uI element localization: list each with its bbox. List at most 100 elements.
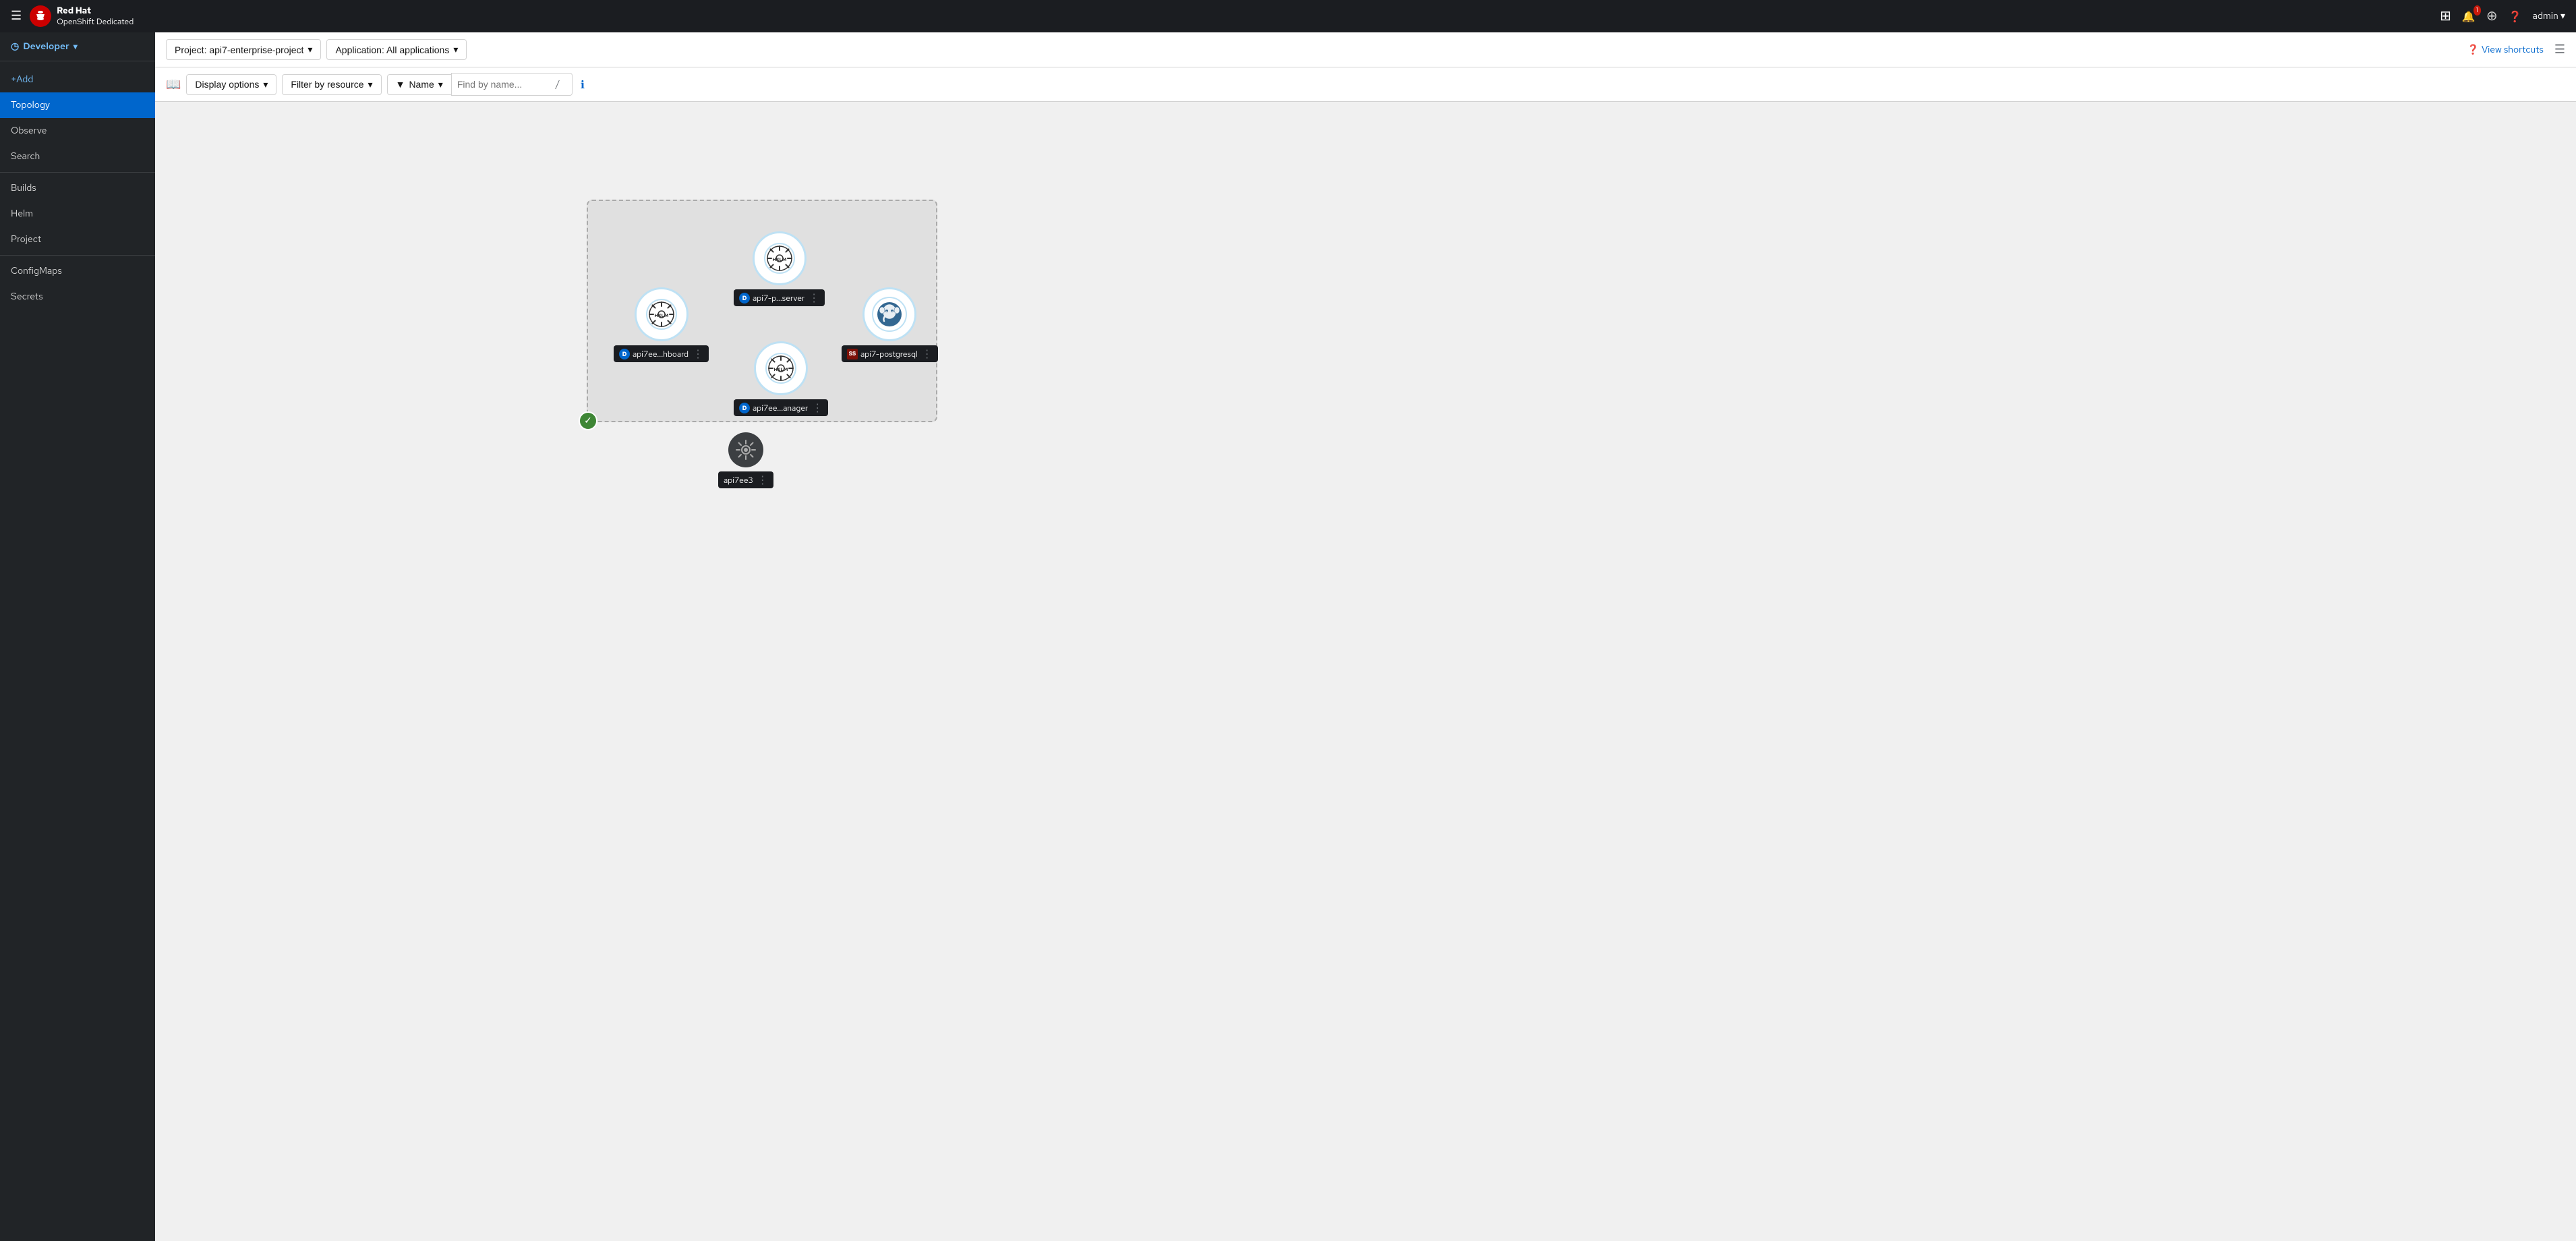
sidebar-item-project[interactable]: Project bbox=[0, 227, 155, 252]
node-name-dashboard: api7ee...hboard bbox=[633, 349, 689, 359]
node-name-manager: api7ee...anager bbox=[753, 403, 808, 413]
badge-d-manager: D bbox=[739, 403, 750, 413]
application-selector-button[interactable]: Application: All applications ▾ bbox=[326, 39, 467, 60]
topology-canvas[interactable]: ✓ bbox=[155, 102, 2576, 1241]
helm-icon-manager: HELM bbox=[765, 353, 796, 384]
search-input[interactable] bbox=[457, 79, 552, 90]
app-grid-icon[interactable]: ⊞ bbox=[2440, 7, 2451, 25]
topnav-right: ⊞ 🔔 1 ⊕ ❓ admin ▾ bbox=[2440, 7, 2565, 25]
secrets-label: Secrets bbox=[11, 291, 43, 303]
node-menu-dashboard[interactable]: ⋮ bbox=[693, 347, 703, 361]
sidebar-item-configmaps[interactable]: ConfigMaps bbox=[0, 258, 155, 284]
node-api7-manager[interactable]: HELM D api7ee...anager ⋮ bbox=[734, 341, 828, 416]
hamburger-menu[interactable]: ☰ bbox=[11, 8, 22, 24]
group-status-check: ✓ bbox=[579, 411, 597, 430]
help-icon[interactable]: ❓ bbox=[2509, 9, 2522, 24]
badge-d-server: D bbox=[739, 293, 750, 304]
search-divider: / bbox=[556, 78, 560, 90]
filter-by-resource-button[interactable]: Filter by resource ▾ bbox=[282, 74, 381, 95]
topology-label: Topology bbox=[11, 99, 50, 111]
notification-badge: 1 bbox=[2473, 5, 2481, 16]
project-selector-button[interactable]: Project: api7-enterprise-project ▾ bbox=[166, 39, 321, 60]
node-api7-postgresql[interactable]: SS api7-postgresql ⋮ bbox=[842, 287, 938, 362]
node-name-postgresql: api7-postgresql bbox=[860, 349, 918, 359]
node-api7-dashboard[interactable]: HELM D api7ee...hboard ⋮ bbox=[614, 287, 709, 362]
gear-icon-bottom bbox=[734, 438, 758, 462]
sidebar-item-helm[interactable]: Helm bbox=[0, 201, 155, 227]
chevron-down-icon: ▾ bbox=[74, 41, 78, 52]
book-icon[interactable]: 📖 bbox=[166, 77, 181, 92]
sidebar-item-secrets[interactable]: Secrets bbox=[0, 284, 155, 310]
node-circle-server: HELM bbox=[753, 231, 807, 285]
node-circle-dashboard: HELM bbox=[635, 287, 689, 341]
add-icon[interactable]: ⊕ bbox=[2486, 7, 2498, 25]
project-selector-label: Project: api7-enterprise-project bbox=[175, 45, 303, 55]
display-options-label: Display options bbox=[195, 79, 259, 90]
filter-chevron-icon: ▾ bbox=[368, 79, 373, 90]
project-chevron-icon: ▾ bbox=[308, 44, 312, 55]
svg-text:HELM: HELM bbox=[772, 257, 786, 263]
application-selector-label: Application: All applications bbox=[335, 45, 449, 55]
redhat-logo-icon bbox=[30, 5, 51, 27]
bottom-node-circle bbox=[728, 432, 763, 467]
bottom-node-name: api7ee3 bbox=[724, 475, 753, 486]
role-label: Developer bbox=[23, 40, 69, 53]
brand-text: Red Hat OpenShift Dedicated bbox=[57, 5, 134, 27]
main-layout: ◷ Developer ▾ +Add Topology Observe Sear… bbox=[0, 32, 2576, 1241]
builds-label: Builds bbox=[11, 182, 36, 194]
node-label-server: D api7-p...server ⋮ bbox=[734, 289, 825, 306]
bottom-node-menu[interactable]: ⋮ bbox=[757, 473, 768, 487]
info-icon[interactable]: ℹ bbox=[581, 78, 585, 92]
node-api7-server[interactable]: HELM D api7-p...server ⋮ bbox=[734, 231, 825, 306]
observe-label: Observe bbox=[11, 125, 47, 137]
top-navigation: ☰ Red Hat OpenShift Dedicated ⊞ 🔔 1 ⊕ ❓ … bbox=[0, 0, 2576, 32]
node-label-manager: D api7ee...anager ⋮ bbox=[734, 399, 828, 416]
developer-role-selector[interactable]: ◷ Developer ▾ bbox=[11, 40, 78, 53]
badge-ss-postgresql: SS bbox=[847, 349, 858, 359]
helm-label: Helm bbox=[11, 208, 33, 220]
search-label: Search bbox=[11, 150, 40, 163]
node-label-dashboard: D api7ee...hboard ⋮ bbox=[614, 345, 709, 362]
brand-logo: Red Hat OpenShift Dedicated bbox=[30, 5, 134, 27]
postgresql-icon bbox=[872, 297, 907, 332]
view-shortcuts-link[interactable]: ❓ View shortcuts bbox=[2467, 44, 2544, 56]
sidebar-item-builds[interactable]: Builds bbox=[0, 175, 155, 201]
name-chevron-icon: ▾ bbox=[438, 79, 443, 90]
view-shortcuts-label: View shortcuts bbox=[2482, 44, 2544, 56]
filter-group: ▼ Name ▾ / bbox=[387, 73, 573, 96]
admin-user-menu[interactable]: admin ▾ bbox=[2533, 10, 2565, 22]
display-options-button[interactable]: Display options ▾ bbox=[186, 74, 276, 95]
node-menu-postgresql[interactable]: ⋮ bbox=[922, 347, 933, 361]
node-menu-manager[interactable]: ⋮ bbox=[812, 401, 823, 415]
topnav-left: ☰ Red Hat OpenShift Dedicated bbox=[11, 5, 134, 27]
main-content: Project: api7-enterprise-project ▾ Appli… bbox=[155, 32, 2576, 1241]
filter-name-button[interactable]: ▼ Name ▾ bbox=[387, 74, 451, 95]
node-circle-postgresql bbox=[862, 287, 916, 341]
sidebar-divider bbox=[0, 172, 155, 173]
list-view-icon[interactable]: ☰ bbox=[2554, 42, 2565, 57]
application-chevron-icon: ▾ bbox=[453, 44, 458, 55]
helm-icon-dashboard: HELM bbox=[646, 299, 677, 330]
sidebar-item-observe[interactable]: Observe bbox=[0, 118, 155, 144]
project-label: Project bbox=[11, 233, 41, 246]
perspective-icon: ◷ bbox=[11, 40, 19, 53]
filter-name-label: Name bbox=[409, 79, 434, 90]
node-label-postgresql: SS api7-postgresql ⋮ bbox=[842, 345, 938, 362]
sidebar-navigation: +Add Topology Observe Search Builds Helm… bbox=[0, 61, 155, 1241]
display-options-chevron: ▾ bbox=[263, 79, 268, 90]
notifications-icon[interactable]: 🔔 1 bbox=[2462, 9, 2476, 24]
configmaps-label: ConfigMaps bbox=[11, 265, 62, 277]
node-menu-server[interactable]: ⋮ bbox=[809, 291, 819, 305]
sidebar-item-search[interactable]: Search bbox=[0, 144, 155, 169]
search-input-wrap: / bbox=[451, 73, 573, 96]
add-label: +Add bbox=[11, 74, 33, 86]
project-bar-right: ❓ View shortcuts ☰ bbox=[2467, 42, 2566, 57]
node-circle-manager: HELM bbox=[754, 341, 808, 395]
filter-by-resource-label: Filter by resource bbox=[291, 79, 363, 90]
sidebar-item-topology[interactable]: Topology bbox=[0, 92, 155, 118]
sidebar-item-add[interactable]: +Add bbox=[0, 67, 155, 92]
project-selectors: Project: api7-enterprise-project ▾ Appli… bbox=[166, 39, 467, 60]
node-name-server: api7-p...server bbox=[753, 293, 804, 304]
bottom-node-label: api7ee3 ⋮ bbox=[718, 471, 773, 488]
bottom-node-api7ee3[interactable]: api7ee3 ⋮ bbox=[718, 432, 773, 488]
